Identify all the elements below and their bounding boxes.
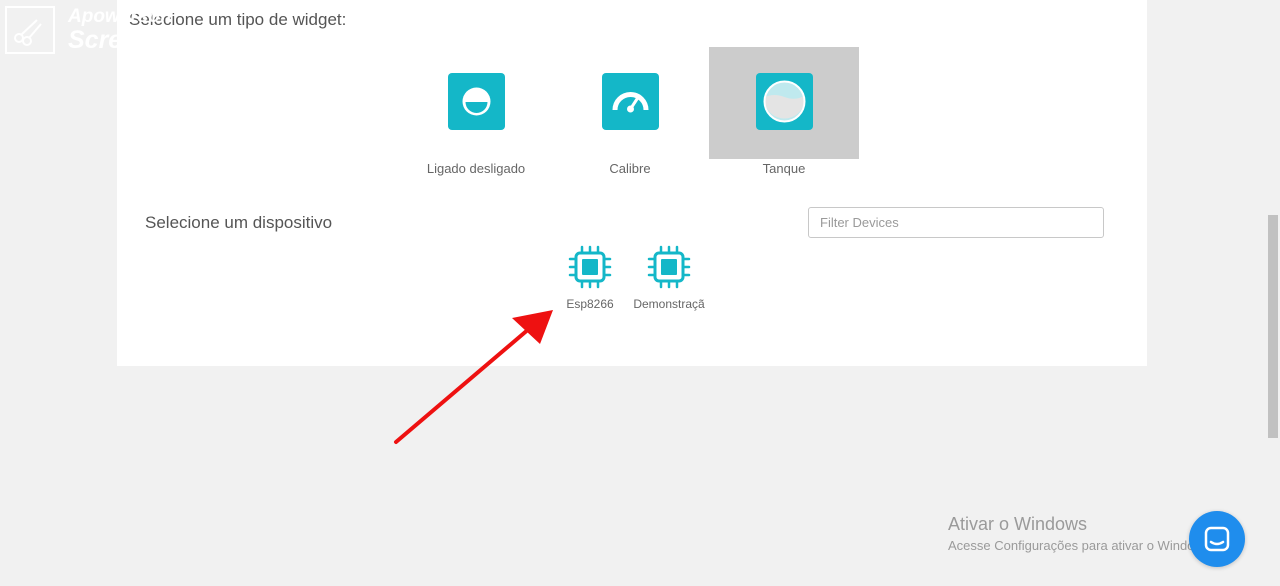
windows-activation-notice: Ativar o Windows Acesse Configurações pa… [948,514,1214,553]
watermark-line2: Screen Capture Pro [68,26,302,54]
device-item-esp8266[interactable]: Esp8266 [550,244,630,316]
toggle-icon [448,73,505,130]
device-section-title: Selecione um dispositivo [145,213,333,232]
widget-option-gauge[interactable] [555,47,705,159]
tank-icon [756,73,813,130]
widget-option-toggle[interactable] [401,47,551,159]
chat-icon [1204,526,1230,552]
device-label: Demonstraçã [633,297,705,311]
activation-subtitle: Acesse Configurações para ativar o Windo… [948,538,1214,553]
page-scrollbar[interactable] [1266,0,1280,586]
activation-title: Ativar o Windows [948,514,1088,534]
widget-label-gauge: Calibre [609,161,651,176]
widget-option-tank[interactable] [709,47,859,159]
widget-label-toggle: Ligado desligado [426,161,526,176]
watermark-line1: Apowersoft [68,6,173,27]
scrollbar-thumb[interactable] [1268,215,1278,438]
chat-button[interactable] [1189,511,1245,567]
chip-icon [568,245,612,289]
scissors-icon [14,19,42,46]
watermark-logo [5,6,55,54]
filter-devices-input[interactable] [808,207,1104,238]
device-item-demonstracao[interactable]: Demonstraçã [629,244,709,316]
device-label: Esp8266 [566,297,614,311]
gauge-icon [602,73,659,130]
chip-icon [647,245,691,289]
widget-label-tank: Tanque [762,161,806,176]
